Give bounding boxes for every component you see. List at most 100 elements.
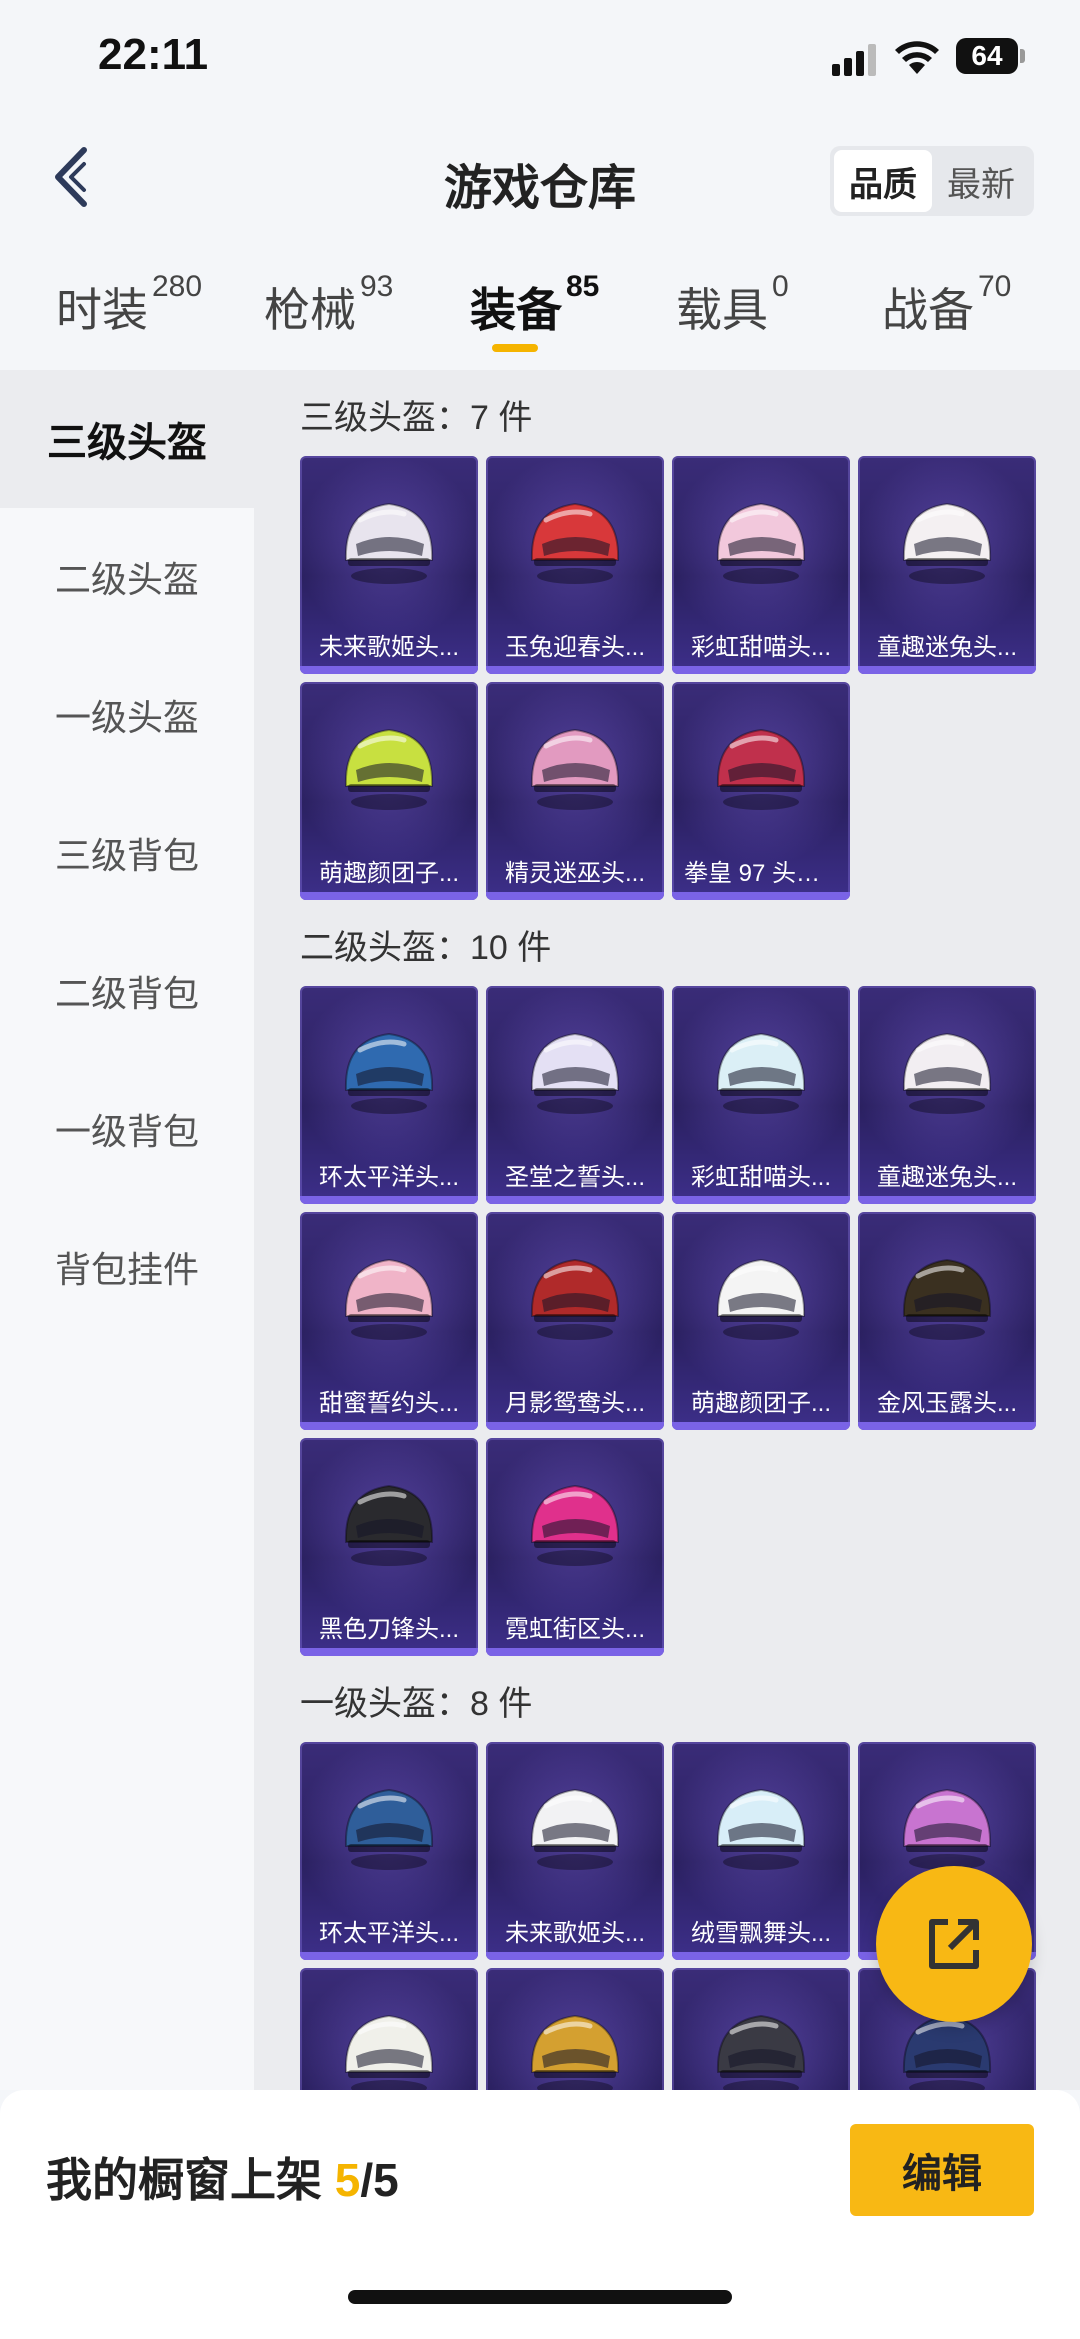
item-name: 环太平洋头... — [318, 1164, 459, 1191]
item-card[interactable]: 月影鸳鸯头... — [486, 1212, 664, 1430]
item-name: 童趣迷兔头... — [876, 1164, 1017, 1191]
tab-vehicles[interactable]: 载具 0 — [676, 270, 789, 340]
helmet-icon — [902, 1788, 992, 1870]
helmet-icon — [530, 1484, 620, 1566]
group-title-level2: 二级头盔：10 件 — [300, 929, 552, 967]
item-card[interactable]: 绒雪飘舞头... — [672, 1742, 850, 1960]
helmet-icon — [530, 728, 620, 810]
status-bar: 22:11 64 — [0, 0, 1080, 120]
item-name: 玉兔迎春头... — [504, 634, 645, 661]
item-card[interactable]: 精灵迷巫头... — [486, 682, 664, 900]
helmet-icon — [530, 2014, 620, 2090]
item-name: 童趣迷兔头... — [876, 634, 1017, 661]
edit-button[interactable]: 编辑 — [850, 2124, 1034, 2216]
item-name: 未来歌姬头... — [318, 634, 459, 661]
sidebar-item-level2-helmet[interactable]: 二级头盔 — [0, 508, 254, 646]
helmet-icon — [344, 728, 434, 810]
helmet-icon — [530, 1788, 620, 1870]
category-tabs: 时装 280 枪械 93 装备 85 载具 0 战备 70 — [0, 260, 1080, 370]
item-name: 霓虹街区头... — [504, 1616, 645, 1643]
item-card[interactable]: 萌趣颜团子... — [300, 682, 478, 900]
helmet-icon — [716, 1032, 806, 1114]
sidebar-item-level1-helmet[interactable]: 一级头盔 — [0, 646, 254, 784]
item-card[interactable]: 环太平洋头... — [300, 1742, 478, 1960]
home-indicator — [348, 2290, 732, 2304]
helmet-icon — [902, 502, 992, 584]
status-time: 22:11 — [98, 30, 209, 79]
helmet-icon — [344, 1788, 434, 1870]
sidebar-item-level3-helmet[interactable]: 三级头盔 — [0, 370, 254, 508]
tab-supplies[interactable]: 战备 70 — [882, 270, 1011, 340]
tab-fashion[interactable]: 时装 280 — [56, 270, 202, 340]
tab-equipment[interactable]: 装备 85 — [470, 270, 599, 340]
helmet-icon — [344, 1258, 434, 1340]
helmet-icon — [344, 1032, 434, 1114]
item-card[interactable]: 童趣迷兔头... — [858, 456, 1036, 674]
item-card[interactable]: 金风玉露头... — [858, 1212, 1036, 1430]
sidebar-item-level1-backpack[interactable]: 一级背包 — [0, 1060, 254, 1198]
item-name: 精灵迷巫头... — [504, 860, 645, 887]
sort-quality-button[interactable]: 品质 — [834, 150, 932, 212]
tab-firearms[interactable]: 枪械 93 — [264, 270, 393, 340]
sort-latest-button[interactable]: 最新 — [932, 150, 1030, 212]
item-name: 萌趣颜团子... — [318, 860, 459, 887]
helmet-icon — [902, 1032, 992, 1114]
item-card[interactable]: 黑色刀锋头... — [300, 1438, 478, 1656]
item-card[interactable]: 彩虹甜喵头... — [672, 986, 850, 1204]
item-name: 未来歌姬头... — [504, 1920, 645, 1947]
item-card[interactable] — [486, 1968, 664, 2090]
helmet-icon — [530, 1258, 620, 1340]
item-name: 金风玉露头... — [876, 1390, 1017, 1417]
helmet-icon — [902, 1258, 992, 1340]
item-card[interactable]: 玉兔迎春头... — [486, 456, 664, 674]
helmet-icon — [530, 1032, 620, 1114]
item-card[interactable]: 萌趣颜团子... — [672, 1212, 850, 1430]
helmet-icon — [344, 1484, 434, 1566]
share-icon — [929, 1919, 979, 1969]
item-card[interactable] — [672, 1968, 850, 2090]
item-card[interactable]: 未来歌姬头... — [300, 456, 478, 674]
sidebar-item-backpack-charm[interactable]: 背包挂件 — [0, 1198, 254, 1336]
item-card[interactable]: 彩虹甜喵头... — [672, 456, 850, 674]
item-card[interactable]: 圣堂之誓头... — [486, 986, 664, 1204]
helmet-icon — [344, 502, 434, 584]
item-card[interactable]: 童趣迷兔头... — [858, 986, 1036, 1204]
item-card[interactable]: 甜蜜誓约头... — [300, 1212, 478, 1430]
signal-icon — [832, 44, 876, 76]
sidebar: 三级头盔 二级头盔 一级头盔 三级背包 二级背包 一级背包 背包挂件 — [0, 370, 254, 2090]
item-name: 彩虹甜喵头... — [690, 1164, 831, 1191]
item-name: 甜蜜誓约头... — [318, 1390, 459, 1417]
share-button[interactable] — [876, 1866, 1032, 2022]
item-name: 绒雪飘舞头... — [690, 1920, 831, 1947]
item-card[interactable]: 霓虹街区头... — [486, 1438, 664, 1656]
item-card[interactable] — [300, 1968, 478, 2090]
item-name: 环太平洋头... — [318, 1920, 459, 1947]
item-name: 黑色刀锋头... — [318, 1616, 459, 1643]
item-grid: 三级头盔：7 件 二级头盔：10 件 一级头盔：8 件 未来歌姬头... 玉兔迎春… — [254, 370, 1080, 2090]
header: 游戏仓库 品质 最新 — [0, 120, 1080, 240]
shelf-status: 我的橱窗上架 5/5 — [46, 2154, 399, 2206]
item-card[interactable]: 未来歌姬头... — [486, 1742, 664, 1960]
bottom-bar: 我的橱窗上架 5/5 编辑 — [0, 2090, 1080, 2339]
helmet-icon — [716, 1258, 806, 1340]
shelf-count: 5 — [334, 2154, 361, 2206]
sort-toggle: 品质 最新 — [830, 146, 1034, 216]
group-title-level3: 三级头盔：7 件 — [300, 399, 533, 437]
item-card[interactable]: 拳皇 97 头盔... — [672, 682, 850, 900]
sidebar-item-level2-backpack[interactable]: 二级背包 — [0, 922, 254, 1060]
helmet-icon — [716, 1788, 806, 1870]
item-name: 圣堂之誓头... — [504, 1164, 645, 1191]
item-name: 月影鸳鸯头... — [504, 1390, 645, 1417]
helmet-icon — [530, 502, 620, 584]
helmet-icon — [344, 2014, 434, 2090]
item-card[interactable]: 环太平洋头... — [300, 986, 478, 1204]
item-name: 拳皇 97 头盔... — [684, 860, 841, 887]
helmet-icon — [716, 502, 806, 584]
item-name: 彩虹甜喵头... — [690, 634, 831, 661]
helmet-icon — [716, 2014, 806, 2090]
battery-icon: 64 — [956, 38, 1026, 74]
item-name: 萌趣颜团子... — [690, 1390, 831, 1417]
sidebar-item-level3-backpack[interactable]: 三级背包 — [0, 784, 254, 922]
tab-indicator — [492, 344, 538, 352]
helmet-icon — [716, 728, 806, 810]
